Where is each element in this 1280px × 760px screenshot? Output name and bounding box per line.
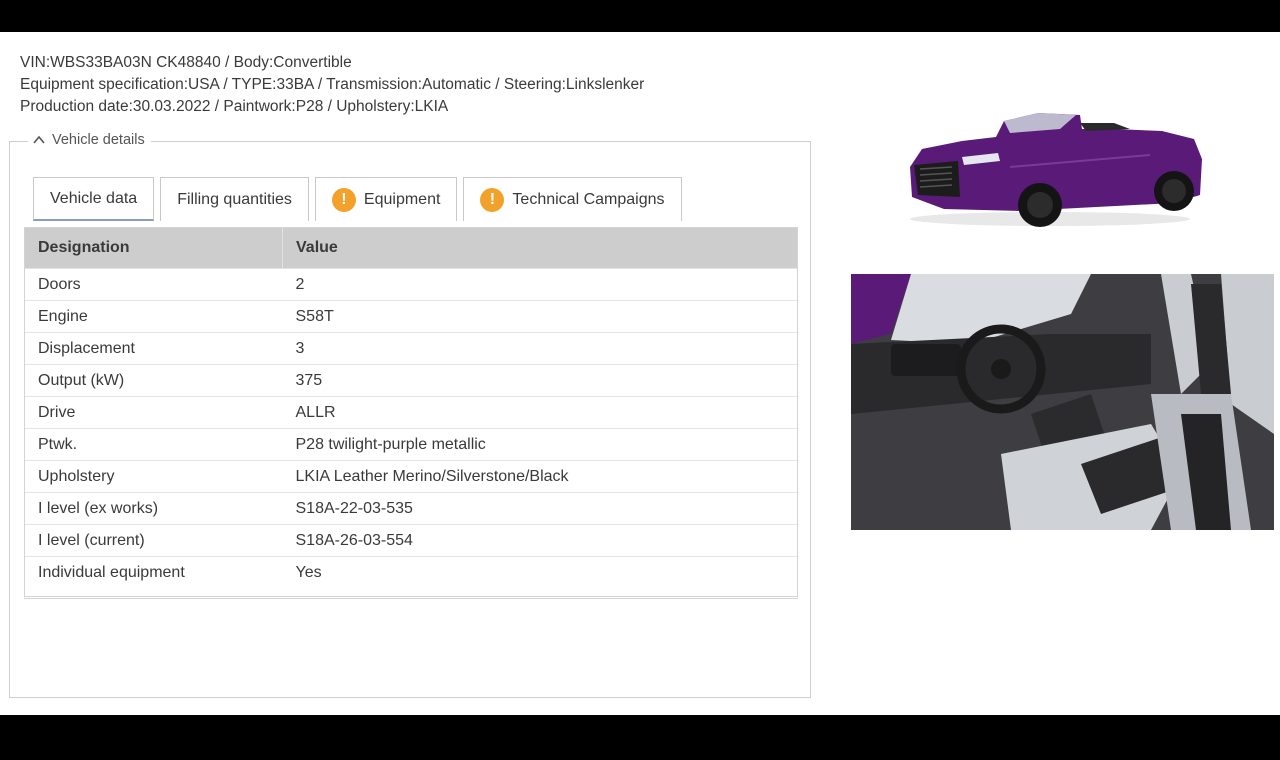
tab-label: Filling quantities <box>177 190 292 208</box>
vehicle-data-table: Designation Value Doors 2 Engine S58T Disp… <box>24 227 798 599</box>
vehicle-exterior-image <box>910 113 1202 227</box>
vin-body-line: VIN:WBS33BA03N CK48840 / Body:Convertibl… <box>20 54 352 71</box>
tab-bar: Vehicle data Filling quantities ! Equipm… <box>33 177 682 221</box>
table-row[interactable]: Ptwk. P28 twilight-purple metallic <box>25 428 797 461</box>
production-line: Production date:30.03.2022 / Paintwork:P… <box>20 98 449 115</box>
warning-icon: ! <box>331 187 356 212</box>
value-cell: LKIA Leather Merino/Silverstone/Black <box>282 460 797 493</box>
vehicle-summary: VIN:WBS33BA03N CK48840 / Body:Convertibl… <box>20 52 644 118</box>
table-header-row: Designation Value <box>25 228 797 269</box>
warning-icon: ! <box>480 187 505 212</box>
table-row[interactable]: I level (ex works) S18A-22-03-535 <box>25 492 797 525</box>
column-header-value[interactable]: Value <box>282 228 797 269</box>
tab-filling-quantities[interactable]: Filling quantities <box>160 177 309 221</box>
table-row[interactable]: Doors 2 <box>25 268 797 301</box>
tab-vehicle-data[interactable]: Vehicle data <box>33 177 155 221</box>
designation-cell: Individual equipment <box>25 556 283 588</box>
designation-cell: Output (kW) <box>25 364 283 397</box>
table-row[interactable]: Upholstery LKIA Leather Merino/Silverston… <box>25 460 797 493</box>
table-row[interactable]: Individual equipment Yes <box>25 556 797 588</box>
table-row[interactable]: I level (current) S18A-26-03-554 <box>25 524 797 557</box>
designation-cell: Ptwk. <box>25 428 283 461</box>
value-cell: Yes <box>282 556 797 588</box>
value-cell: ALLR <box>282 396 797 429</box>
tab-label: Vehicle data <box>50 189 138 207</box>
designation-cell: Displacement <box>25 332 283 365</box>
chevron-up-icon[interactable] <box>32 133 46 147</box>
section-toggle[interactable]: Vehicle details <box>28 132 151 148</box>
designation-cell: Drive <box>25 396 283 429</box>
tab-technical-campaigns[interactable]: ! Technical Campaigns <box>463 177 682 221</box>
vehicle-interior-image <box>851 274 1274 530</box>
table-row[interactable]: Engine S58T <box>25 300 797 333</box>
designation-cell: Engine <box>25 300 283 333</box>
vehicle-details-section: Vehicle details Vehicle data Filling qua… <box>9 132 811 698</box>
tab-label: Technical Campaigns <box>512 190 665 208</box>
value-cell: S18A-26-03-554 <box>282 524 797 557</box>
value-cell: 375 <box>282 364 797 397</box>
value-cell: S18A-22-03-535 <box>282 492 797 525</box>
table-row[interactable]: Displacement 3 <box>25 332 797 365</box>
vehicle-details-page: VIN:WBS33BA03N CK48840 / Body:Convertibl… <box>0 32 1280 715</box>
designation-cell: Upholstery <box>25 460 283 493</box>
value-cell: 3 <box>282 332 797 365</box>
tab-equipment[interactable]: ! Equipment <box>314 177 458 221</box>
table-row[interactable]: Drive ALLR <box>25 396 797 429</box>
column-header-designation[interactable]: Designation <box>25 228 283 269</box>
value-cell: S58T <box>282 300 797 333</box>
table-row[interactable]: Output (kW) 375 <box>25 364 797 397</box>
tab-label: Equipment <box>363 190 441 208</box>
equipment-spec-line: Equipment specification:USA / TYPE:33BA … <box>20 76 645 93</box>
designation-cell: I level (ex works) <box>25 492 283 525</box>
value-cell: 2 <box>282 268 797 301</box>
section-title: Vehicle details <box>52 132 145 148</box>
value-cell: P28 twilight-purple metallic <box>282 428 797 461</box>
designation-cell: Doors <box>25 268 283 301</box>
designation-cell: I level (current) <box>25 524 283 557</box>
